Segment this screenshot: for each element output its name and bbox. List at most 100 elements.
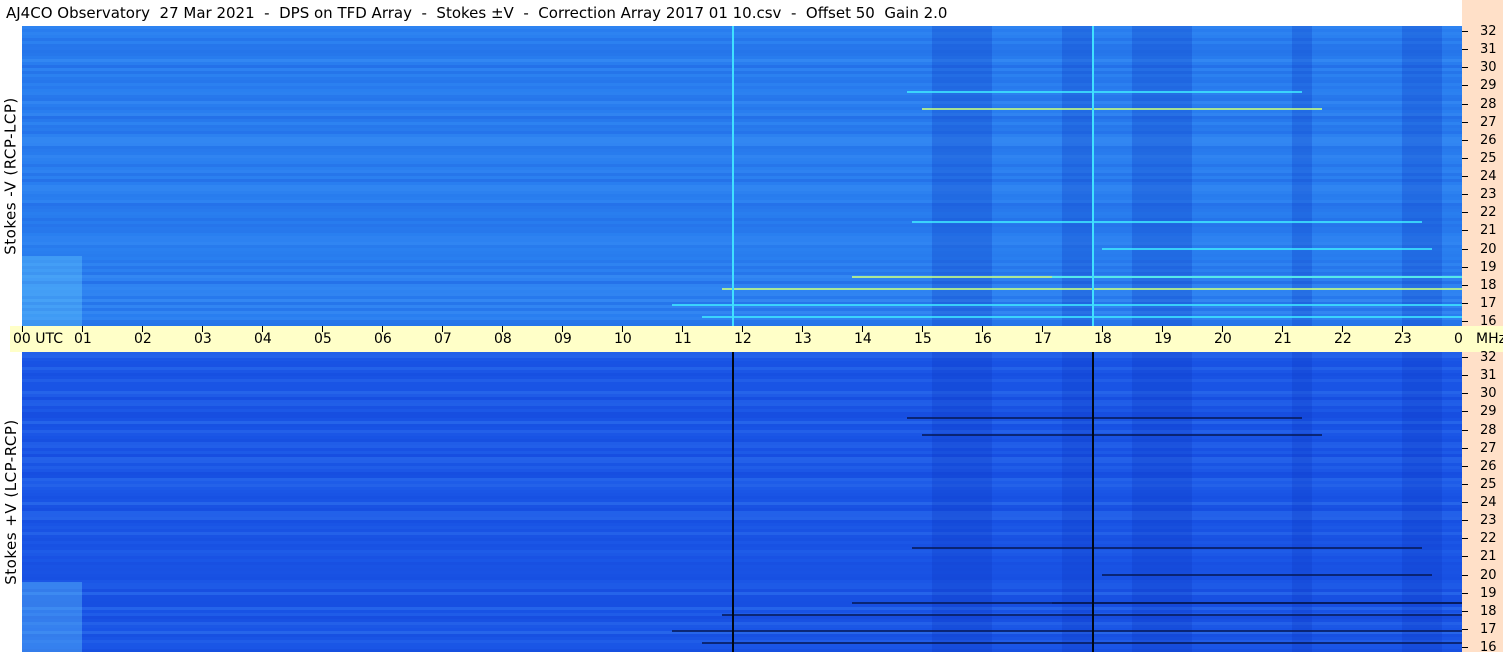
frequency-label: 17 (1480, 621, 1497, 637)
frequency-tick (1462, 176, 1468, 177)
time-label: 23 (1394, 331, 1412, 347)
bottom-panel-label: Stokes +V (LCP-RCP) (0, 352, 22, 652)
page-title: AJ4CO Observatory 27 Mar 2021 - DPS on T… (6, 4, 948, 22)
time-label: 21 (1274, 331, 1292, 347)
frequency-tick (1462, 67, 1468, 69)
frequency-label: 28 (1480, 96, 1497, 112)
frequency-tick (1462, 465, 1468, 467)
time-label: 14 (854, 331, 872, 347)
time-label: 19 (1154, 331, 1172, 347)
time-label: 08 (494, 331, 512, 347)
time-label: 03 (194, 331, 212, 347)
frequency-label: 31 (1480, 42, 1497, 58)
frequency-label: 30 (1480, 60, 1497, 76)
frequency-label: 21 (1480, 549, 1497, 565)
top-panel-label-text: Stokes -V (RCP-LCP) (2, 97, 20, 255)
frequency-tick (1462, 502, 1468, 503)
time-label: 13 (794, 331, 812, 347)
frequency-label: 30 (1480, 386, 1497, 402)
frequency-tick (1462, 520, 1468, 522)
top-spectrogram[interactable] (22, 26, 1462, 326)
frequency-tick (1462, 592, 1468, 594)
frequency-tick (1462, 357, 1468, 358)
time-label: 15 (914, 331, 932, 347)
frequency-tick (1462, 194, 1468, 196)
time-label: 05 (314, 331, 332, 347)
frequency-label: 29 (1480, 404, 1497, 420)
time-label: 18 (1094, 331, 1112, 347)
spectrogram-image (22, 26, 1462, 326)
time-label: 12 (734, 331, 752, 347)
top-panel-label: Stokes -V (RCP-LCP) (0, 26, 22, 326)
frequency-label: 27 (1480, 114, 1497, 130)
frequency-tick (1462, 85, 1468, 87)
frequency-tick (1462, 610, 1468, 612)
time-label: 17 (1034, 331, 1052, 347)
frequency-label: 25 (1480, 150, 1497, 166)
frequency-label: 28 (1480, 422, 1497, 438)
frequency-tick (1462, 302, 1468, 304)
time-label: 00 UTC (13, 331, 64, 347)
frequency-tick (1462, 284, 1468, 286)
frequency-tick (1462, 230, 1468, 232)
frequency-tick (1462, 628, 1468, 630)
frequency-label: 19 (1480, 259, 1497, 275)
frequency-label: 23 (1480, 513, 1497, 529)
frequency-label: 32 (1480, 350, 1497, 365)
frequency-tick (1462, 49, 1468, 51)
time-label: 07 (434, 331, 452, 347)
frequency-tick (1462, 212, 1468, 214)
time-label: 16 (974, 331, 992, 347)
frequency-label: 21 (1480, 223, 1497, 239)
frequency-label: 18 (1480, 603, 1497, 619)
time-label: 20 (1214, 331, 1232, 347)
time-label: 04 (254, 331, 272, 347)
time-label: 22 (1334, 331, 1352, 347)
frequency-tick (1462, 447, 1468, 449)
frequency-label: 22 (1480, 531, 1497, 547)
bottom-spectrogram[interactable] (22, 352, 1462, 652)
frequency-label: 24 (1480, 169, 1497, 184)
frequency-tick (1462, 411, 1468, 413)
frequency-label: 32 (1480, 24, 1497, 39)
time-axis: 00 UTC 01 02 03 04 05 06 07 08 09 10 11 12 13 14 15 16 17… (10, 326, 1472, 352)
frequency-label: 27 (1480, 440, 1497, 456)
bottom-panel-label-text: Stokes +V (LCP-RCP) (2, 419, 20, 585)
frequency-tick (1462, 139, 1468, 141)
frequency-tick (1462, 321, 1468, 322)
time-label: 02 (134, 331, 152, 347)
time-label: 09 (554, 331, 572, 347)
frequency-label: 22 (1480, 205, 1497, 221)
time-label: 01 (74, 331, 92, 347)
top-frequency-axis: 32 31 30 29 28 27 26 25 24 23 22 21 20 19 18 17 16 (1462, 24, 1503, 328)
frequency-unit-label: MHz (1476, 331, 1503, 347)
frequency-tick (1462, 393, 1468, 395)
frequency-label: 18 (1480, 277, 1497, 293)
frequency-label: 25 (1480, 476, 1497, 492)
frequency-tick (1462, 375, 1468, 377)
frequency-tick (1462, 157, 1468, 159)
frequency-tick (1462, 248, 1468, 250)
frequency-label: 31 (1480, 368, 1497, 384)
frequency-label: 26 (1480, 458, 1497, 474)
frequency-axis-top-band (1462, 0, 1503, 26)
frequency-tick (1462, 31, 1468, 32)
spectrogram-image (22, 352, 1462, 652)
frequency-label: 16 (1480, 640, 1497, 655)
frequency-tick (1462, 556, 1468, 558)
frequency-label: 17 (1480, 295, 1497, 311)
time-label: 11 (674, 331, 692, 347)
time-label: 06 (374, 331, 392, 347)
frequency-label: 26 (1480, 132, 1497, 148)
frequency-tick (1462, 483, 1468, 485)
frequency-label: 23 (1480, 187, 1497, 203)
frequency-label: 20 (1480, 241, 1497, 257)
frequency-tick (1462, 574, 1468, 576)
frequency-tick (1462, 429, 1468, 431)
frequency-label: 19 (1480, 585, 1497, 601)
frequency-tick (1462, 647, 1468, 648)
frequency-tick (1462, 538, 1468, 540)
frequency-tick (1462, 103, 1468, 105)
time-label: 10 (614, 331, 632, 347)
frequency-tick (1462, 121, 1468, 123)
